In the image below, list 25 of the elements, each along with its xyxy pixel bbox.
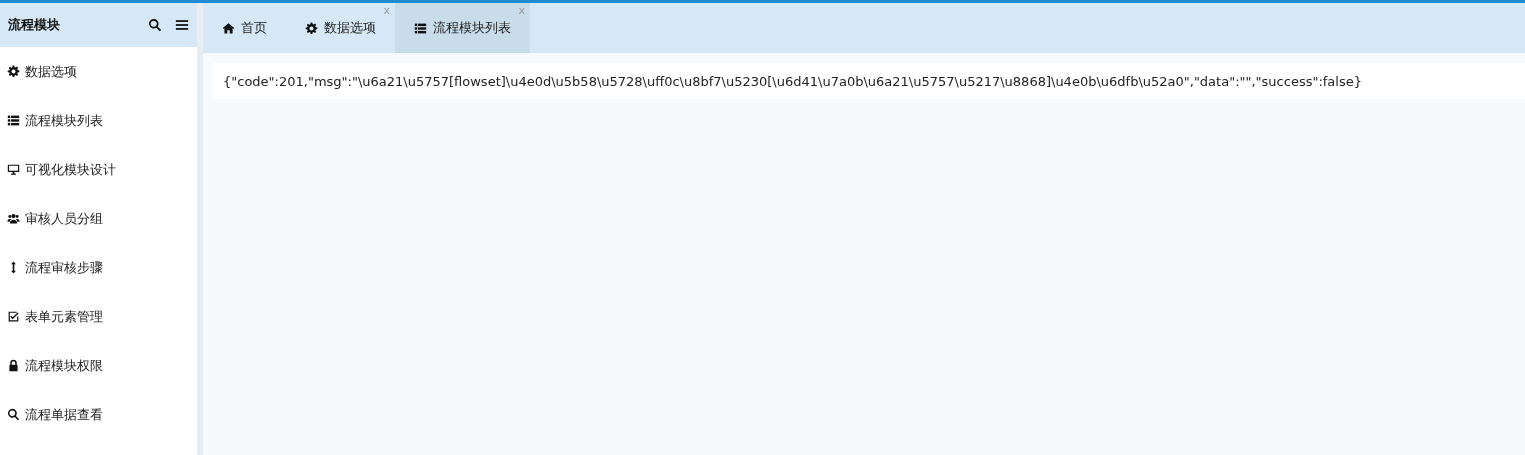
people-icon [7, 212, 20, 225]
sidebar-item[interactable]: 可视化模块设计 [25, 161, 116, 179]
sidebar-item[interactable]: 表单元素管理 [25, 308, 103, 326]
search-icon[interactable] [148, 18, 162, 32]
list-icon [7, 114, 20, 127]
response-text: {"code":201,"msg":"\u6a21\u5757[flowset]\u4e0d\u5b58\u5728\uff0c\u8bf7\u5230[\u6d41\u7a0b\u6a21\u5757\u5217\u8868]\u4e0b\u6dfb\u52a0","data":"","success":false} [212, 63, 1525, 99]
sidebar-item[interactable]: 流程模块列表 [25, 112, 103, 130]
checkbox-icon [7, 310, 20, 323]
monitor-icon [7, 163, 20, 176]
sidebar-item[interactable]: 流程单据查看 [25, 406, 103, 424]
tab[interactable]: 首页 [203, 3, 286, 53]
list-icon [414, 21, 427, 35]
search-icon [7, 408, 20, 421]
sidebar-item[interactable]: 审核人员分组 [25, 210, 103, 228]
sidebar-title: 流程模块 [8, 16, 60, 34]
gear-icon [305, 21, 318, 35]
tab[interactable]: 数据选项 x [286, 3, 395, 53]
lock-icon [7, 359, 20, 372]
sidebar-item[interactable]: 数据选项 [25, 63, 77, 81]
gear-icon [7, 65, 20, 78]
sidebar-item[interactable]: 流程模块权限 [25, 357, 103, 375]
home-icon [222, 21, 235, 35]
menu-icon[interactable] [175, 18, 189, 32]
tab[interactable]: 流程模块列表 x [395, 3, 530, 53]
sidebar-item[interactable]: 流程审核步骤 [25, 259, 103, 277]
